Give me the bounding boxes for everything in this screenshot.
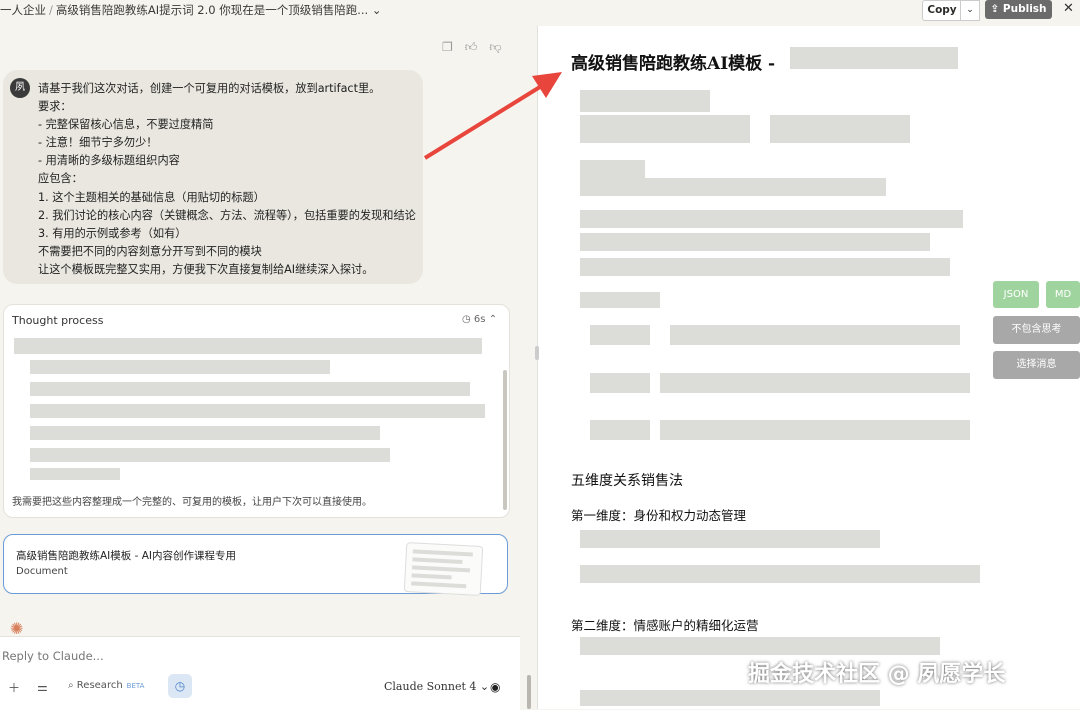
blurred-text — [580, 115, 750, 143]
dimension-heading-1: 第一维度：身份和权力动态管理 — [571, 508, 747, 523]
blurred-text — [590, 325, 650, 345]
blurred-text — [580, 690, 880, 706]
model-name: Claude Sonnet 4 — [384, 680, 477, 693]
thought-summary: 我需要把这些内容整理成一个完整的、可复用的模板，让用户下次可以直接使用。 — [12, 497, 372, 508]
user-line: 要求： — [38, 100, 72, 114]
chat-scrollbar[interactable] — [527, 675, 531, 709]
thought-scrollbar[interactable] — [503, 370, 507, 510]
blurred-text — [14, 338, 482, 354]
user-line: 3. 有用的示例或参考（如有） — [38, 226, 187, 240]
blurred-text — [670, 325, 960, 345]
record-icon[interactable]: ◉ — [490, 680, 500, 694]
blurred-text — [580, 565, 980, 583]
thumbs-up-icon[interactable]: 👍︎ — [465, 40, 478, 55]
blurred-text — [580, 637, 940, 655]
document-type: Document — [16, 566, 68, 577]
blurred-text — [580, 90, 710, 112]
user-line: 2. 我们讨论的核心内容（关键概念、方法、流程等），包括重要的发现和结论 — [38, 208, 416, 222]
copy-icon[interactable]: ❐ — [442, 40, 453, 55]
share-icon: ⇪ — [990, 3, 1000, 15]
user-line: - 用清晰的多级标题组织内容 — [38, 154, 180, 168]
thumb-line — [411, 565, 471, 573]
publish-button[interactable]: ⇪ Publish — [985, 0, 1052, 19]
annotation-arrow-icon — [423, 72, 562, 160]
resize-handle[interactable] — [535, 346, 539, 360]
thumb-line — [411, 573, 452, 580]
blurred-text — [30, 404, 485, 418]
chevron-down-icon[interactable]: ⌄ — [372, 3, 382, 17]
publish-label: Publish — [1002, 3, 1047, 15]
thumb-line — [412, 549, 473, 557]
chat-title[interactable]: 高级销售陪跑教练AI提示词 2.0 你现在是一个顶级销售陪跑... — [56, 3, 368, 17]
blurred-heading — [790, 47, 958, 69]
close-icon[interactable]: ✕ — [1063, 1, 1074, 16]
user-line: 1. 这个主题相关的基础信息（用贴切的标题） — [38, 190, 265, 204]
message-actions: ❐ 👍︎ 👎︎ — [442, 40, 502, 55]
thought-duration[interactable]: ◷ 6s ⌃ — [462, 314, 497, 325]
copy-button[interactable]: Copy — [922, 0, 962, 21]
blurred-text — [580, 160, 645, 178]
breadcrumb: 一人企业 / 高级销售陪跑教练AI提示词 2.0 你现在是一个顶级销售陪跑... ⌄ — [0, 2, 382, 18]
blurred-text — [30, 468, 120, 480]
export-json-button[interactable]: JSON — [993, 281, 1039, 308]
user-line: - 注意！细节宁多勿少！ — [38, 136, 158, 150]
document-thumbnail[interactable] — [403, 542, 484, 596]
blurred-text — [590, 420, 650, 440]
blurred-text — [660, 373, 970, 393]
user-line: 请基于我们这次对话，创建一个可复用的对话模板，放到artifact里。 — [38, 82, 381, 95]
blurred-text — [580, 233, 930, 251]
dimension-heading-2: 第二维度：情感账户的精细化运营 — [571, 618, 759, 633]
blurred-text — [770, 115, 910, 143]
blurred-text — [580, 292, 660, 308]
clock-icon[interactable]: ◷ — [168, 674, 192, 698]
model-selector[interactable]: Claude Sonnet 4 ⌄ — [384, 680, 489, 693]
select-message-button[interactable]: 选择消息 — [993, 351, 1080, 379]
breadcrumb-separator: / — [49, 3, 53, 17]
sliders-icon[interactable]: ⚌ — [37, 680, 48, 694]
thought-title[interactable]: Thought process — [12, 314, 103, 327]
thumb-line — [411, 581, 467, 589]
beta-badge: BETA — [126, 682, 145, 690]
copy-options-chevron-icon[interactable]: ⌄ — [960, 0, 980, 21]
thumb-line — [412, 557, 463, 564]
exclude-thinking-button[interactable]: 不包含思考 — [993, 316, 1080, 344]
thought-duration-value: 6s — [473, 314, 486, 325]
research-button[interactable]: ⌕ Research BETA — [68, 680, 144, 691]
export-md-button[interactable]: MD — [1046, 281, 1080, 308]
breadcrumb-project[interactable]: 一人企业 — [0, 3, 46, 17]
reply-input[interactable]: Reply to Claude... — [2, 649, 104, 663]
user-message-text: 请基于我们这次对话，创建一个可复用的对话模板，放到artifact里。 要求： … — [38, 80, 416, 279]
section-heading: 五维度关系销售法 — [571, 473, 683, 489]
blurred-text — [30, 448, 390, 462]
avatar: 夙 — [10, 78, 30, 98]
clock-icon: ◷ — [462, 314, 471, 325]
blurred-text — [580, 258, 950, 276]
blurred-text — [660, 420, 970, 440]
blurred-text — [30, 382, 470, 396]
blurred-text — [580, 530, 880, 548]
blurred-text — [580, 210, 963, 228]
search-icon: ⌕ — [68, 680, 74, 691]
blurred-text — [30, 426, 380, 440]
blurred-text — [580, 178, 886, 196]
blurred-text — [590, 373, 650, 393]
artifact-heading: 高级销售陪跑教练AI模板 - — [571, 54, 776, 74]
plus-icon[interactable]: ＋ — [8, 679, 20, 696]
user-line: 不需要把不同的内容刻意分开写到不同的模块 — [38, 244, 262, 258]
watermark: 掘金技术社区 @ 夙愿学长 — [748, 662, 1006, 687]
research-label: Research — [76, 680, 123, 691]
document-title[interactable]: 高级销售陪跑教练AI模板 - AI内容创作课程专用 — [16, 548, 236, 563]
chevron-down-icon: ⌄ — [479, 680, 490, 693]
composer — [0, 636, 520, 710]
user-line: 让这个模板既完整又实用，方便我下次直接复制给AI继续深入探讨。 — [38, 262, 374, 276]
user-line: - 完整保留核心信息，不要过度精简 — [38, 118, 214, 132]
chevron-up-icon: ⌃ — [488, 314, 498, 325]
blurred-text — [30, 360, 330, 374]
thumbs-down-icon[interactable]: 👎︎ — [489, 40, 501, 55]
user-line: 应包含： — [38, 172, 83, 186]
